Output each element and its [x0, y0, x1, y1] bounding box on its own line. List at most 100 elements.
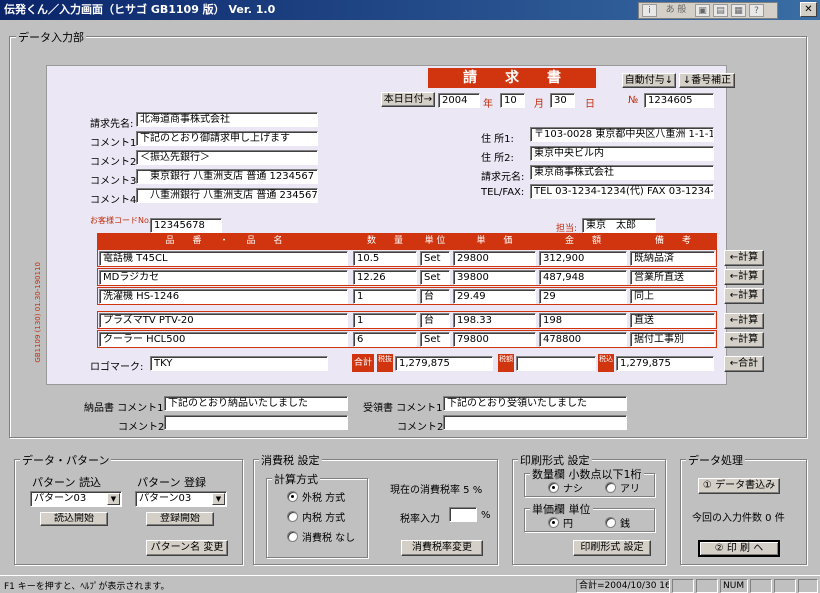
note-input[interactable]: 営業所直送 — [630, 270, 715, 285]
price-input[interactable]: 79800 — [453, 332, 536, 347]
comment1-input[interactable]: 下記のとおり御請求申し上げます — [136, 131, 318, 146]
tax-rate-input[interactable] — [449, 507, 477, 522]
receipt-comment2-input[interactable] — [443, 415, 627, 430]
unit-input[interactable]: 台 — [420, 313, 450, 328]
tax-included-input[interactable]: 1,279,875 — [616, 356, 714, 371]
write-data-button[interactable]: ① データ書込み — [698, 478, 780, 494]
receipt-comment1-label: 受領書 コメント1: — [363, 403, 446, 414]
month-input[interactable]: 10 — [500, 93, 525, 108]
pattern-save-select[interactable]: パターン03 ▼ — [135, 491, 227, 507]
note-input[interactable]: 既納品済 — [630, 251, 715, 266]
unit-sen-radio[interactable]: 銭 — [605, 515, 630, 530]
form-side-code: GB1109 (130) 01.30-190110 — [34, 262, 42, 363]
amount-input[interactable]: 312,900 — [539, 251, 627, 266]
tax-excluded-label: 税抜 — [377, 354, 393, 372]
dropdown-arrow-icon[interactable]: ▼ — [212, 493, 225, 505]
calc-button[interactable]: ←計算 — [724, 250, 764, 266]
price-input[interactable]: 39800 — [453, 270, 536, 285]
note-input[interactable]: 同上 — [630, 289, 715, 304]
item-name-input[interactable]: MDラジカセ — [99, 270, 348, 285]
billto-input[interactable]: 北海道商事株式会社 — [136, 112, 318, 127]
qty-input[interactable]: 6 — [353, 332, 417, 347]
change-tax-rate-button[interactable]: 消費税率変更 — [401, 540, 483, 556]
comment2-input[interactable]: ＜振込先銀行＞ — [136, 150, 318, 165]
ime-help-icon[interactable]: ? — [749, 4, 764, 17]
ime-pad-icon[interactable]: ▦ — [731, 4, 746, 17]
issuer-input[interactable]: 東京商事株式会社 — [530, 165, 714, 180]
rename-pattern-button[interactable]: パターン名 変更 — [146, 540, 228, 556]
calc-button[interactable]: ←計算 — [724, 313, 764, 329]
address1-input[interactable]: 〒103-0028 東京都中央区八重洲 1-1-1 — [530, 127, 714, 142]
calc-button[interactable]: ←計算 — [724, 288, 764, 304]
ime-tool-icon[interactable]: ▣ — [695, 4, 710, 17]
tax-included-label: 税込 — [598, 354, 614, 372]
ime-icon[interactable]: i — [642, 4, 657, 17]
tax-none-radio[interactable]: 消費税 なし — [287, 529, 355, 544]
day-input[interactable]: 30 — [550, 93, 575, 108]
item-name-input[interactable]: クーラー HCL500 — [99, 332, 348, 347]
pattern-load-select[interactable]: パターン03 ▼ — [30, 491, 122, 507]
note-input[interactable]: 直送 — [630, 313, 715, 328]
price-input[interactable]: 29800 — [453, 251, 536, 266]
year-input[interactable]: 2004 — [438, 93, 480, 108]
comment3-input[interactable]: 東京銀行 八重洲支店 普通 1234567 — [136, 169, 318, 184]
total-button[interactable]: ←合計 — [724, 356, 764, 372]
delivery-comment2-input[interactable] — [164, 415, 348, 430]
dropdown-arrow-icon[interactable]: ▼ — [107, 493, 120, 505]
calc-button[interactable]: ←計算 — [724, 332, 764, 348]
radio-empty-icon — [605, 482, 616, 493]
customer-code-input[interactable]: 12345678 — [150, 218, 222, 233]
unit-yen-radio[interactable]: 円 — [548, 515, 573, 530]
qty-input[interactable]: 1 — [353, 289, 417, 304]
radio-selected-icon — [548, 482, 559, 493]
today-date-button[interactable]: 本日日付→ — [381, 92, 435, 107]
unit-input[interactable]: 台 — [420, 289, 450, 304]
print-format-button[interactable]: 印刷形式 設定 — [573, 540, 651, 556]
person-input[interactable]: 東京 太郎 — [582, 218, 656, 233]
ime-dictionary-icon[interactable]: ▤ — [713, 4, 728, 17]
qty-input[interactable]: 1 — [353, 313, 417, 328]
number-fix-button[interactable]: ↓番号補正 — [679, 73, 735, 88]
load-start-button[interactable]: 読込開始 — [40, 512, 108, 526]
price-input[interactable]: 29.49 — [453, 289, 536, 304]
address2-input[interactable]: 東京中央ビル内 — [530, 146, 714, 161]
tax-amount-label: 税額 — [498, 354, 514, 372]
unit-input[interactable]: Set — [420, 251, 450, 266]
amount-input[interactable]: 29 — [539, 289, 627, 304]
auto-number-button[interactable]: 自動付与↓ — [622, 73, 676, 88]
resize-grip-icon[interactable] — [798, 579, 818, 593]
receipt-comment1-input[interactable]: 下記のとおり受領いたしました — [443, 396, 627, 411]
logo-input[interactable]: TKY — [150, 356, 328, 371]
save-start-button[interactable]: 登録開始 — [146, 512, 214, 526]
qty-decimal-yes-radio[interactable]: アリ — [605, 480, 640, 495]
qty-decimal-none-radio[interactable]: ナシ — [548, 480, 583, 495]
tax-inclusive-radio[interactable]: 内税 方式 — [287, 509, 345, 524]
print-button[interactable]: ② 印 刷 ヘ — [698, 540, 780, 557]
tax-amount-input[interactable] — [516, 356, 596, 371]
qty-input[interactable]: 12.26 — [353, 270, 417, 285]
telfax-input[interactable]: TEL 03-1234-1234(代) FAX 03-1234-2345 — [530, 184, 714, 199]
item-name-input[interactable]: 電話機 T45CL — [99, 251, 348, 266]
delivery-comment1-input[interactable]: 下記のとおり納品いたしました — [164, 396, 348, 411]
unit-input[interactable]: Set — [420, 270, 450, 285]
amount-input[interactable]: 478800 — [539, 332, 627, 347]
invoice-number-input[interactable]: 1234605 — [644, 93, 714, 108]
ime-toolbar[interactable]: i あ 般 ▣ ▤ ▦ ? — [638, 2, 778, 19]
calc-button[interactable]: ←計算 — [724, 269, 764, 285]
amount-input[interactable]: 487,948 — [539, 270, 627, 285]
item-name-input[interactable]: プラズマTV PTV-20 — [99, 313, 348, 328]
col-note-header: 備 考 — [629, 234, 717, 248]
status-pane — [672, 579, 694, 593]
qty-input[interactable]: 10.5 — [353, 251, 417, 266]
price-input[interactable]: 198.33 — [453, 313, 536, 328]
unit-input[interactable]: Set — [420, 332, 450, 347]
tax-excluded-input[interactable]: 1,279,875 — [395, 356, 493, 371]
item-name-input[interactable]: 洗濯機 HS-1246 — [99, 289, 348, 304]
year-label: 年 — [483, 99, 493, 110]
close-button[interactable]: ✕ — [800, 2, 817, 17]
comment4-input[interactable]: 八重洲銀行 八重洲支店 普通 234567 — [136, 188, 318, 203]
amount-input[interactable]: 198 — [539, 313, 627, 328]
tax-exclusive-radio[interactable]: 外税 方式 — [287, 489, 345, 504]
note-input[interactable]: 据付工事別 — [630, 332, 715, 347]
ime-mode-text: あ 般 — [665, 5, 687, 15]
